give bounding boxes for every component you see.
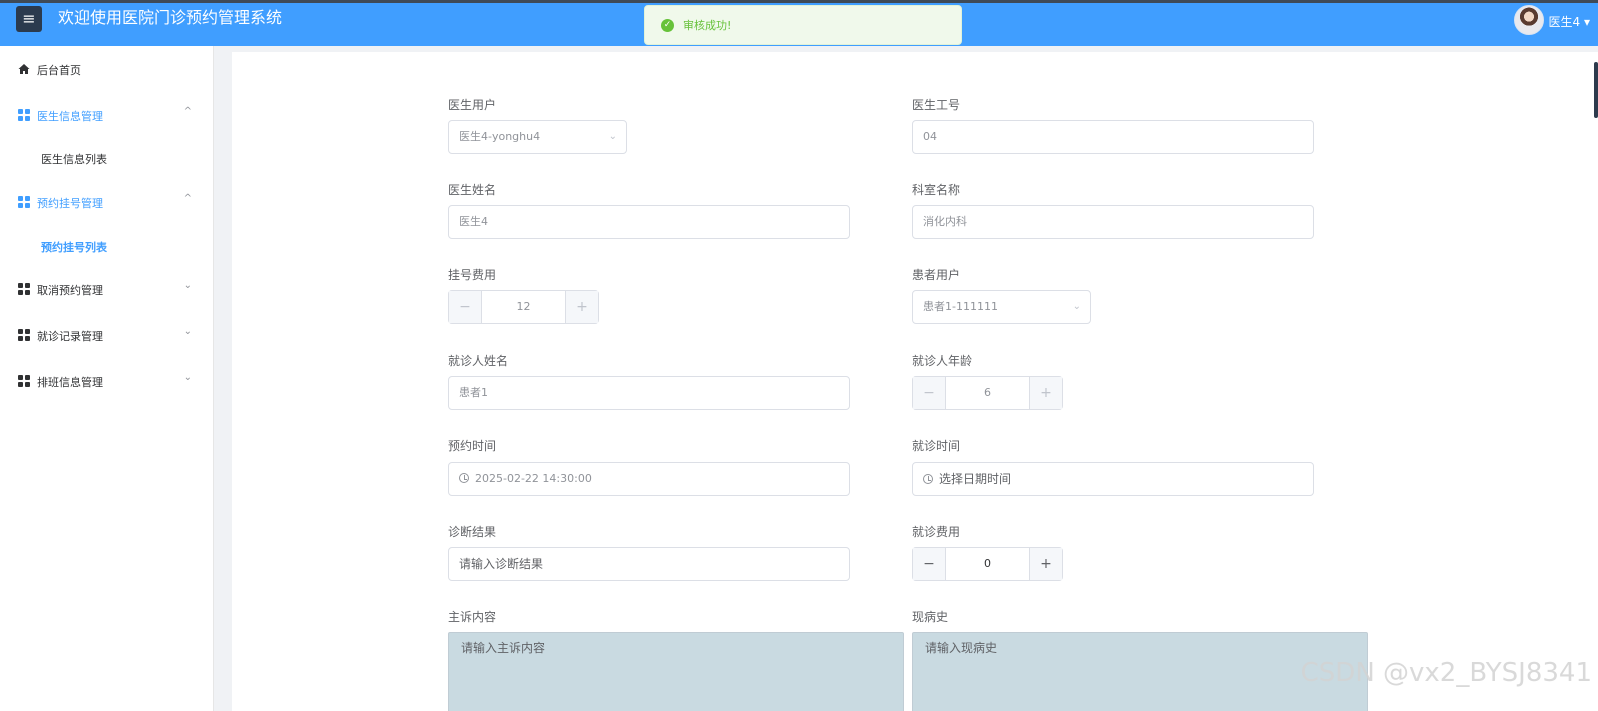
grid-icon xyxy=(18,375,30,387)
history-label: 现病史 xyxy=(912,610,949,624)
chevron-down-icon: ⌄ xyxy=(183,280,192,291)
increment-button[interactable]: + xyxy=(1029,377,1062,409)
visit-time-placeholder: 选择日期时间 xyxy=(939,472,1012,486)
watermark: CSDN @vx2_BYSJ8341 xyxy=(1300,658,1592,688)
sidebar-item-doctor-list[interactable]: 医生信息列表 xyxy=(0,138,214,178)
visit-time-label: 就诊时间 xyxy=(912,439,961,453)
grid-icon xyxy=(18,109,30,121)
check-circle-icon: ✓ xyxy=(661,19,674,32)
visitor-age-label: 就诊人年龄 xyxy=(912,354,973,368)
complaint-textarea[interactable]: 请输入主诉内容 xyxy=(448,632,904,711)
sidebar-item-visit-records[interactable]: 就诊记录管理 ⌄ xyxy=(0,315,214,355)
patient-user-label: 患者用户 xyxy=(912,268,961,282)
visit-time-picker[interactable]: 选择日期时间 xyxy=(912,462,1314,496)
doctor-id-input[interactable]: 04 xyxy=(912,120,1314,154)
increment-button[interactable]: + xyxy=(565,291,598,323)
department-label: 科室名称 xyxy=(912,183,961,197)
chevron-down-icon: ⌄ xyxy=(183,326,192,337)
clock-icon xyxy=(923,474,933,484)
sidebar-item-label: 预约挂号列表 xyxy=(41,241,107,254)
sidebar-item-schedule[interactable]: 排班信息管理 ⌄ xyxy=(0,361,214,401)
patient-user-value: 患者1-111111 xyxy=(923,300,998,313)
sidebar-item-doctor-info[interactable]: 医生信息管理 ^ xyxy=(0,95,214,135)
scrollbar-thumb[interactable] xyxy=(1594,62,1598,118)
reg-fee-stepper[interactable]: − 12 + xyxy=(448,290,599,324)
visitor-age-stepper[interactable]: − 6 + xyxy=(912,376,1063,410)
doctor-name-input[interactable]: 医生4 xyxy=(448,205,850,239)
chevron-up-icon: ^ xyxy=(183,193,192,204)
department-input[interactable]: 消化内科 xyxy=(912,205,1314,239)
increment-button[interactable]: + xyxy=(1029,548,1062,580)
sidebar-item-label: 排班信息管理 xyxy=(37,376,103,389)
doctor-user-value: 医生4-yonghu4 xyxy=(459,130,541,143)
sidebar-item-cancel[interactable]: 取消预约管理 ⌄ xyxy=(0,269,214,309)
clock-icon xyxy=(459,473,469,483)
chevron-down-icon: ⌄ xyxy=(1072,301,1081,312)
visitor-name-input[interactable]: 患者1 xyxy=(448,376,850,410)
sidebar: 后台首页 医生信息管理 ^ 医生信息列表 预约挂号管理 ^ 预约挂号列表 取消预… xyxy=(0,46,214,711)
grid-icon xyxy=(18,196,30,208)
sidebar-item-appointment[interactable]: 预约挂号管理 ^ xyxy=(0,182,214,222)
sidebar-item-appointment-list[interactable]: 预约挂号列表 xyxy=(0,226,214,266)
home-icon xyxy=(18,63,30,75)
doctor-name-label: 医生姓名 xyxy=(448,183,497,197)
success-toast: ✓ 审核成功! xyxy=(644,5,962,45)
sidebar-item-home[interactable]: 后台首页 xyxy=(0,49,214,89)
reg-fee-label: 挂号费用 xyxy=(448,268,497,282)
sidebar-item-label: 就诊记录管理 xyxy=(37,330,103,343)
appt-time-label: 预约时间 xyxy=(448,439,497,453)
sidebar-item-label: 预约挂号管理 xyxy=(37,197,103,210)
patient-user-select[interactable]: 患者1-111111 ⌄ xyxy=(912,290,1091,324)
complaint-label: 主诉内容 xyxy=(448,610,497,624)
decrement-button[interactable]: − xyxy=(449,291,482,323)
sidebar-item-label: 取消预约管理 xyxy=(37,284,103,297)
visit-fee-value[interactable]: 0 xyxy=(946,548,1029,580)
chevron-up-icon: ^ xyxy=(183,106,192,117)
doctor-user-label: 医生用户 xyxy=(448,98,497,112)
grid-icon xyxy=(18,329,30,341)
visitor-age-value[interactable]: 6 xyxy=(946,377,1029,409)
reg-fee-value[interactable]: 12 xyxy=(482,291,565,323)
appt-time-picker[interactable]: 2025-02-22 14:30:00 xyxy=(448,462,850,496)
chevron-down-icon: ⌄ xyxy=(608,131,617,142)
visit-fee-stepper[interactable]: − 0 + xyxy=(912,547,1063,581)
avatar[interactable] xyxy=(1514,5,1544,35)
history-textarea[interactable]: 请输入现病史 xyxy=(912,632,1368,711)
visit-fee-label: 就诊费用 xyxy=(912,525,961,539)
chevron-down-icon: ⌄ xyxy=(183,372,192,383)
sidebar-item-label: 医生信息列表 xyxy=(41,153,107,166)
doctor-id-label: 医生工号 xyxy=(912,98,961,112)
diagnosis-input[interactable]: 请输入诊断结果 xyxy=(448,547,850,581)
doctor-user-select[interactable]: 医生4-yonghu4 ⌄ xyxy=(448,120,627,154)
decrement-button[interactable]: − xyxy=(913,548,946,580)
hamburger-icon[interactable]: ≡ xyxy=(16,6,42,32)
toast-message: 审核成功! xyxy=(683,19,732,32)
appt-time-value: 2025-02-22 14:30:00 xyxy=(475,472,592,485)
sidebar-item-label: 医生信息管理 xyxy=(37,110,103,123)
visitor-name-label: 就诊人姓名 xyxy=(448,354,509,368)
decrement-button[interactable]: − xyxy=(913,377,946,409)
sidebar-item-label: 后台首页 xyxy=(37,64,81,77)
diagnosis-label: 诊断结果 xyxy=(448,525,497,539)
user-dropdown[interactable]: 医生4 ▾ xyxy=(1549,13,1590,30)
grid-icon xyxy=(18,283,30,295)
app-title: 欢迎使用医院门诊预约管理系统 xyxy=(58,8,283,27)
